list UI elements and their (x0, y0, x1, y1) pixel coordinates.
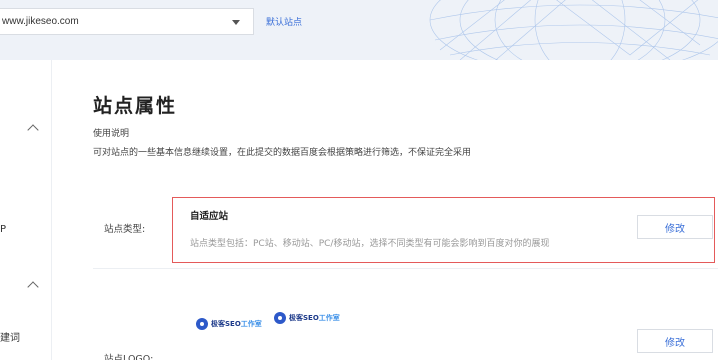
logo-text: 极客SEO工作室 (289, 314, 340, 322)
logo-text: 极客SEO工作室 (211, 320, 262, 328)
site-logo-label: 站点LOGO: (104, 354, 154, 360)
row-divider (93, 268, 718, 269)
site-type-label: 站点类型: (104, 224, 146, 235)
site-logo-image: 极客SEO工作室 (274, 312, 340, 324)
chevron-up-icon[interactable] (27, 281, 39, 293)
usage-description: 可对站点的一些基本信息继续设置，在此提交的数据百度会根据策略进行筛选，不保证完全… (93, 148, 472, 158)
default-site-link[interactable]: 默认站点 (266, 15, 302, 28)
site-logo-image-small: 极客SEO工作室 (196, 318, 262, 330)
page-title: 站点属性 (93, 95, 178, 117)
chevron-up-icon[interactable] (27, 124, 39, 136)
site-type-description: 站点类型包括：PC站、移动站、PC/移动站，选择不同类型有可能会影响到百度对你的… (190, 239, 550, 249)
globe-decoration-icon (429, 0, 718, 60)
site-type-value: 自适应站 (190, 211, 229, 222)
edit-site-type-button[interactable]: 修改 (637, 215, 713, 239)
usage-label: 使用说明 (93, 129, 130, 139)
sidebar-partial-item[interactable]: 建词 (0, 329, 20, 344)
top-header: www.jikeseo.com 默认站点 (0, 0, 718, 60)
sidebar: P 建词 (0, 60, 52, 360)
site-select-dropdown[interactable]: www.jikeseo.com (0, 8, 254, 35)
logo-mark-icon (274, 312, 286, 324)
site-type-highlight-box (172, 197, 715, 263)
edit-site-logo-button[interactable]: 修改 (637, 329, 713, 353)
logo-mark-icon (196, 318, 208, 330)
site-select-value: www.jikeseo.com (2, 16, 79, 27)
sidebar-partial-item[interactable]: P (0, 224, 6, 235)
caret-down-icon[interactable] (232, 20, 240, 25)
